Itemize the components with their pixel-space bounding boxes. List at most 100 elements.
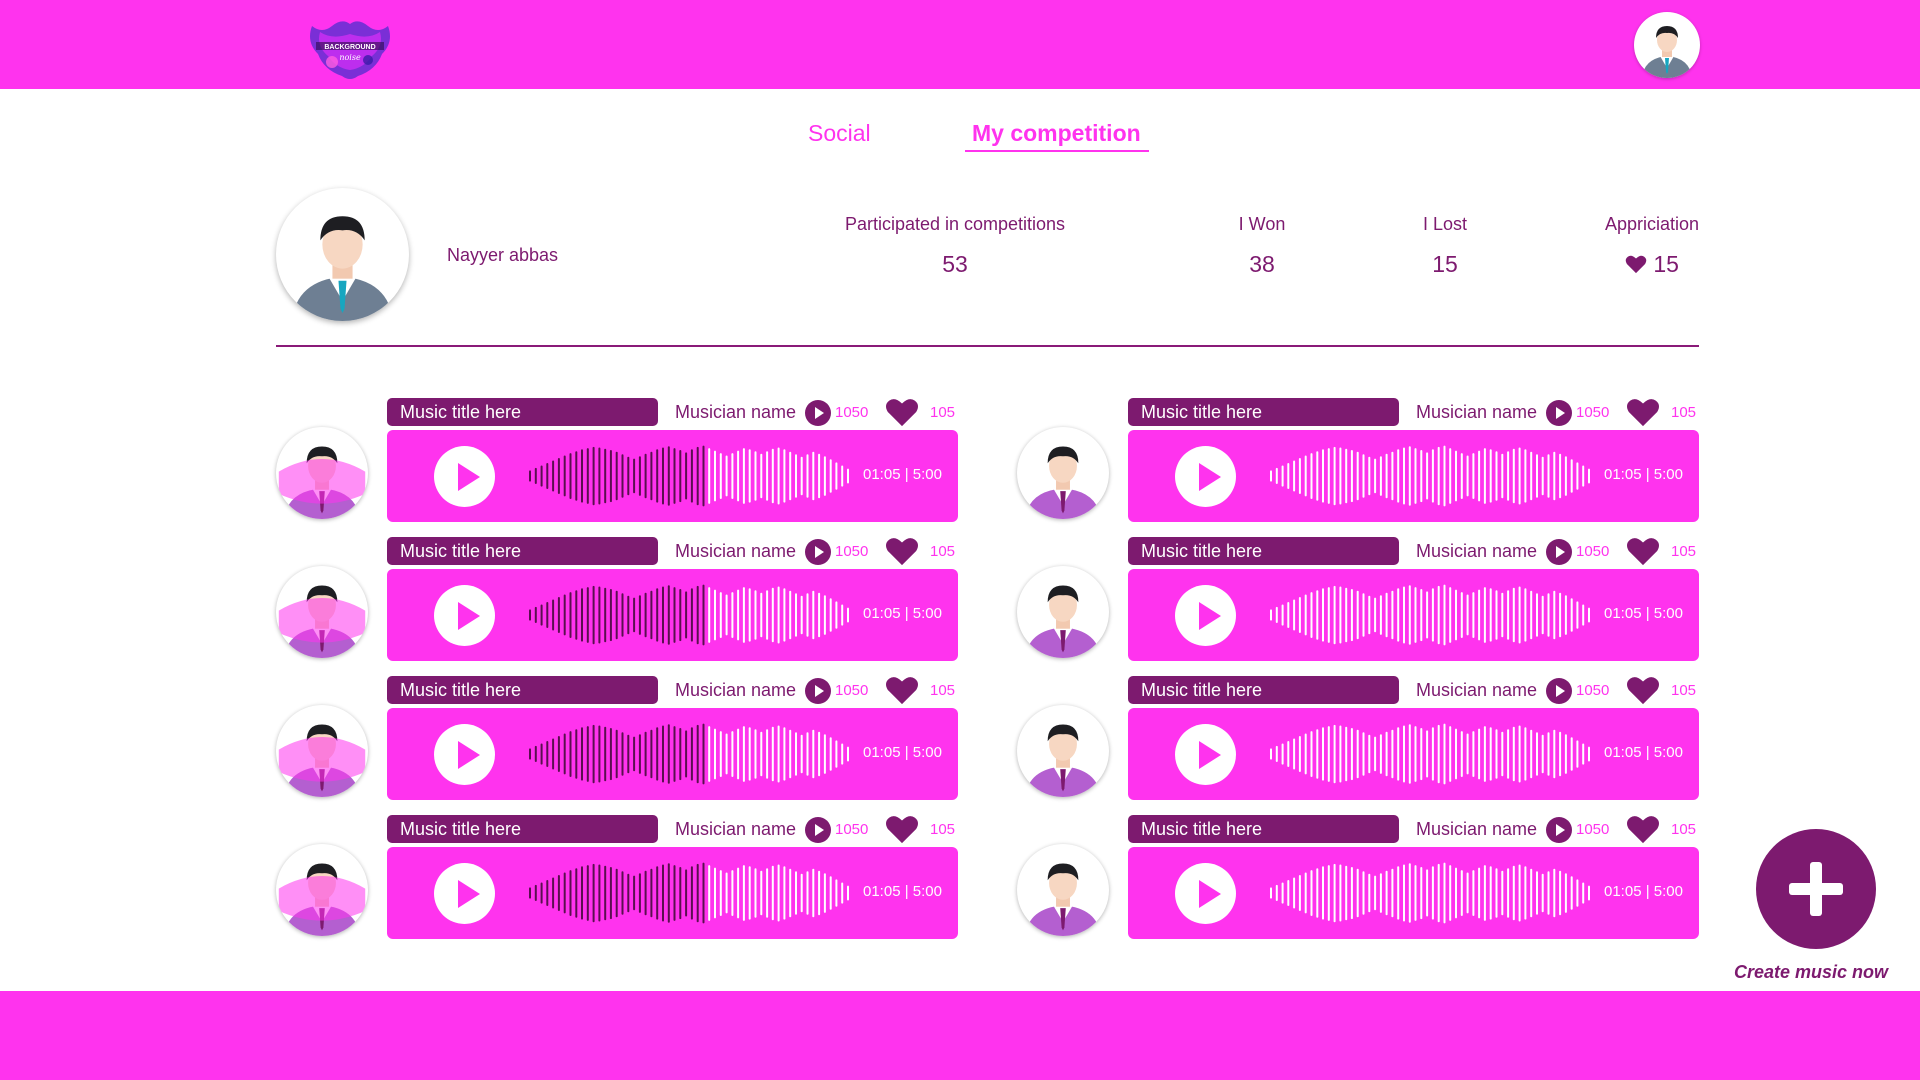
user-avatar-icon <box>1025 863 1101 936</box>
waveform-bar <box>1478 867 1481 919</box>
heart-icon[interactable] <box>885 674 919 706</box>
profile-name: Nayyer abbas <box>447 245 559 265</box>
music-title[interactable]: Music title here <box>1128 815 1399 843</box>
waveform-bar <box>1466 733 1469 775</box>
waveform-bar <box>795 593 797 637</box>
waveform-bar <box>1483 865 1486 921</box>
profile-avatar[interactable] <box>276 188 409 321</box>
stat-value: 15 <box>1597 251 1707 278</box>
music-title[interactable]: Music title here <box>1128 537 1399 565</box>
waveform-bar <box>609 728 612 781</box>
waveform-scrubber[interactable] <box>1270 580 1590 650</box>
play-button[interactable] <box>1175 863 1236 924</box>
play-button[interactable] <box>1175 724 1236 785</box>
waveform-bar <box>1570 737 1573 771</box>
waveform-bar <box>1501 453 1504 499</box>
heart-icon[interactable] <box>1626 535 1660 567</box>
heart-icon[interactable] <box>1626 813 1660 845</box>
musician-name[interactable]: Musician name <box>675 677 796 703</box>
play-button[interactable] <box>434 863 495 924</box>
waveform-bar <box>1322 449 1324 503</box>
waveform-bar <box>1536 871 1538 915</box>
waveform-scrubber[interactable] <box>529 441 849 511</box>
tab-social[interactable]: Social <box>808 120 871 147</box>
musician-name[interactable]: Musician name <box>675 816 796 842</box>
waveform-bar <box>1391 451 1394 501</box>
waveform-bar <box>563 455 566 497</box>
music-title[interactable]: Music title here <box>387 398 658 426</box>
musician-avatar[interactable] <box>1017 705 1109 797</box>
account-avatar[interactable] <box>1634 12 1700 78</box>
waveform-bar <box>771 448 774 504</box>
musician-avatar[interactable] <box>1017 566 1109 658</box>
waveform-bar <box>1564 456 1567 496</box>
create-music-button[interactable] <box>1756 829 1876 949</box>
musician-name[interactable]: Musician name <box>675 399 796 425</box>
waveform-bar <box>1483 448 1486 504</box>
waveform-scrubber[interactable] <box>529 719 849 789</box>
heart-icon[interactable] <box>885 535 919 567</box>
like-count: 105 <box>1671 821 1697 838</box>
musician-avatar[interactable] <box>276 844 368 936</box>
musician-avatar[interactable] <box>1017 844 1109 936</box>
waveform-scrubber[interactable] <box>1270 441 1590 511</box>
waveform-bar <box>598 725 601 783</box>
waveform-bar <box>766 729 769 779</box>
waveform-bar <box>1564 873 1567 913</box>
play-button[interactable] <box>434 585 495 646</box>
play-button[interactable] <box>434 446 495 507</box>
heart-icon[interactable] <box>1626 674 1660 706</box>
musician-name[interactable]: Musician name <box>1416 816 1537 842</box>
waveform-bar <box>1570 459 1573 493</box>
waveform-bar <box>1570 876 1573 910</box>
waveform-bar <box>1316 590 1319 640</box>
waveform-bar <box>1489 588 1492 642</box>
tab-my-competition[interactable]: My competition <box>972 120 1141 147</box>
musician-name[interactable]: Musician name <box>1416 677 1537 703</box>
music-title[interactable]: Music title here <box>387 537 658 565</box>
musician-avatar[interactable] <box>276 705 368 797</box>
heart-icon[interactable] <box>885 396 919 428</box>
create-music-label[interactable]: Create music now <box>1734 962 1888 983</box>
waveform-bar <box>1397 449 1400 503</box>
musician-name[interactable]: Musician name <box>1416 399 1537 425</box>
active-tab-indicator <box>965 150 1149 152</box>
waveform-bar <box>1391 590 1394 640</box>
heart-icon[interactable] <box>885 813 919 845</box>
waveform-scrubber[interactable] <box>1270 858 1590 928</box>
waveform-bar <box>1304 733 1307 775</box>
waveform-bar <box>1536 454 1538 498</box>
music-title[interactable]: Music title here <box>1128 676 1399 704</box>
waveform-bar <box>789 590 792 640</box>
music-title[interactable]: Music title here <box>1128 398 1399 426</box>
play-button[interactable] <box>1175 585 1236 646</box>
waveform-bar <box>719 453 722 499</box>
waveform-bar <box>1553 590 1556 640</box>
musician-name[interactable]: Musician name <box>675 538 796 564</box>
music-title[interactable]: Music title here <box>387 815 658 843</box>
app-logo[interactable]: BACKGROUND noise <box>302 12 398 84</box>
waveform-bar <box>719 870 722 916</box>
waveform-scrubber[interactable] <box>1270 719 1590 789</box>
waveform-bar <box>766 590 769 640</box>
waveform-bar <box>696 446 699 506</box>
waveform-scrubber[interactable] <box>529 858 849 928</box>
musician-name[interactable]: Musician name <box>1416 538 1537 564</box>
play-button[interactable] <box>1175 446 1236 507</box>
musician-avatar[interactable] <box>276 427 368 519</box>
music-title[interactable]: Music title here <box>387 676 658 704</box>
stat-label: Appriciation <box>1604 214 1700 234</box>
waveform-bar <box>754 729 757 779</box>
musician-avatar[interactable] <box>276 566 368 658</box>
waveform-bar <box>650 868 653 918</box>
musician-avatar[interactable] <box>1017 427 1109 519</box>
waveform-bar <box>690 866 693 920</box>
play-count: 1050 <box>1576 543 1610 560</box>
waveform-bar <box>667 863 670 923</box>
waveform-bar <box>633 875 636 911</box>
waveform-bar <box>1443 723 1446 785</box>
heart-icon[interactable] <box>1626 396 1660 428</box>
play-button[interactable] <box>434 724 495 785</box>
waveform-scrubber[interactable] <box>529 580 849 650</box>
stat-lost: I Lost 15 <box>1405 214 1485 278</box>
